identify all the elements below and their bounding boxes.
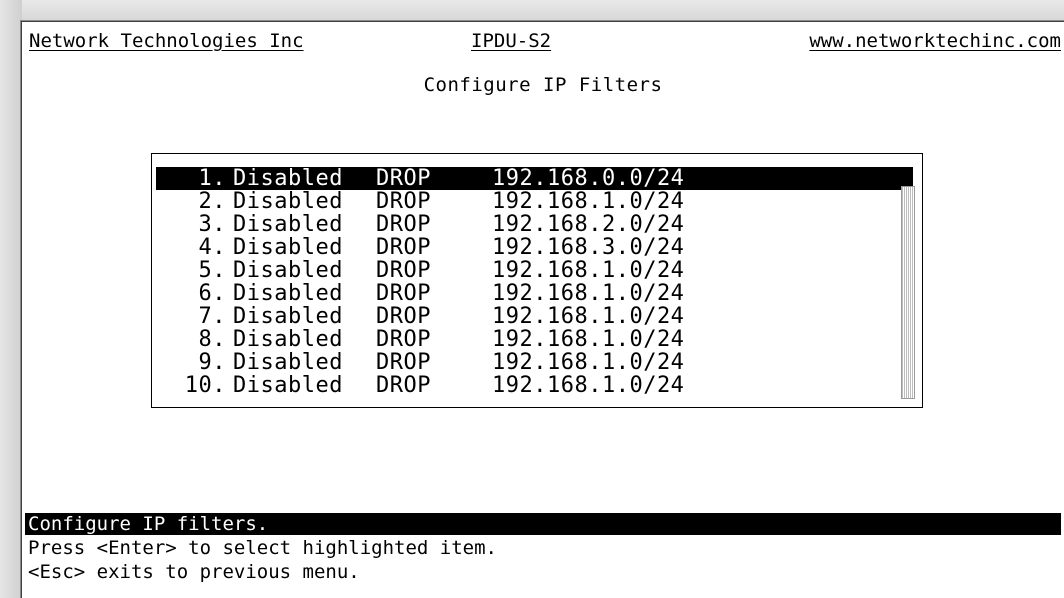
- filter-action: DROP: [376, 235, 431, 260]
- filter-state: Disabled: [233, 327, 343, 352]
- filter-address: 192.168.3.0/24: [492, 235, 685, 260]
- filter-row[interactable]: 5. Disabled DROP 192.168.1.0/24: [156, 259, 913, 282]
- help-esc: <Esc> exits to previous menu.: [28, 561, 360, 583]
- filter-number: 7.: [198, 304, 226, 329]
- filter-action: DROP: [376, 166, 431, 191]
- filter-address: 192.168.1.0/24: [492, 350, 685, 375]
- filter-address: 192.168.1.0/24: [492, 189, 685, 214]
- filter-address: 192.168.1.0/24: [492, 304, 685, 329]
- filter-address: 192.168.0.0/24: [492, 166, 685, 191]
- filter-row[interactable]: 7. Disabled DROP 192.168.1.0/24: [156, 305, 913, 328]
- filter-row[interactable]: 4. Disabled DROP 192.168.3.0/24: [156, 236, 913, 259]
- filter-action: DROP: [376, 258, 431, 283]
- filter-number: 3.: [198, 212, 226, 237]
- filter-row[interactable]: 3. Disabled DROP 192.168.2.0/24: [156, 213, 913, 236]
- frame-border: [21, 21, 22, 598]
- filter-row[interactable]: 2. Disabled DROP 192.168.1.0/24: [156, 190, 913, 213]
- filter-address: 192.168.2.0/24: [492, 212, 685, 237]
- filter-number: 2.: [198, 189, 226, 214]
- filter-state: Disabled: [233, 373, 343, 398]
- filter-state: Disabled: [233, 189, 343, 214]
- terminal-screen: Network Technologies Inc IPDU-S2 www.net…: [25, 24, 1061, 596]
- filter-number: 5.: [198, 258, 226, 283]
- filter-number: 1.: [198, 166, 226, 191]
- status-line: Configure IP filters.: [25, 513, 1061, 535]
- filter-number: 4.: [198, 235, 226, 260]
- scrollbar[interactable]: [901, 186, 915, 399]
- filter-list: 1. Disabled DROP 192.168.0.0/24 2. Disabled DR…: [151, 153, 923, 408]
- filter-row[interactable]: 1. Disabled DROP 192.168.0.0/24: [156, 167, 913, 190]
- header-bar: Network Technologies Inc IPDU-S2 www.net…: [29, 30, 1061, 52]
- filter-state: Disabled: [233, 235, 343, 260]
- page-title: Configure IP Filters: [423, 74, 663, 96]
- filter-number: 9.: [198, 350, 226, 375]
- filter-action: DROP: [376, 327, 431, 352]
- filter-row[interactable]: 6. Disabled DROP 192.168.1.0/24: [156, 282, 913, 305]
- filter-address: 192.168.1.0/24: [492, 327, 685, 352]
- filter-address: 192.168.1.0/24: [492, 281, 685, 306]
- device-name: IPDU-S2: [471, 30, 552, 52]
- filter-action: DROP: [376, 350, 431, 375]
- filter-action: DROP: [376, 189, 431, 214]
- filter-state: Disabled: [233, 304, 343, 329]
- window-frame-top: [0, 0, 1064, 22]
- filter-action: DROP: [376, 281, 431, 306]
- filter-state: Disabled: [233, 350, 343, 375]
- company-name: Network Technologies Inc: [29, 30, 304, 52]
- filter-number: 10.: [184, 373, 226, 398]
- filter-state: Disabled: [233, 281, 343, 306]
- filter-action: DROP: [376, 212, 431, 237]
- filter-number: 6.: [198, 281, 226, 306]
- filter-address: 192.168.1.0/24: [492, 258, 685, 283]
- filter-row[interactable]: 8. Disabled DROP 192.168.1.0/24: [156, 328, 913, 351]
- window-frame-left: [0, 0, 22, 598]
- website-link: www.networktechinc.com: [809, 30, 1061, 52]
- filter-state: Disabled: [233, 212, 343, 237]
- filter-address: 192.168.1.0/24: [492, 373, 685, 398]
- frame-border: [21, 21, 1064, 22]
- help-enter: Press <Enter> to select highlighted item…: [28, 537, 497, 559]
- filter-row[interactable]: 10. Disabled DROP 192.168.1.0/24: [156, 374, 913, 397]
- filter-number: 8.: [198, 327, 226, 352]
- filter-action: DROP: [376, 304, 431, 329]
- filter-action: DROP: [376, 373, 431, 398]
- filter-state: Disabled: [233, 166, 343, 191]
- filter-state: Disabled: [233, 258, 343, 283]
- filter-row[interactable]: 9. Disabled DROP 192.168.1.0/24: [156, 351, 913, 374]
